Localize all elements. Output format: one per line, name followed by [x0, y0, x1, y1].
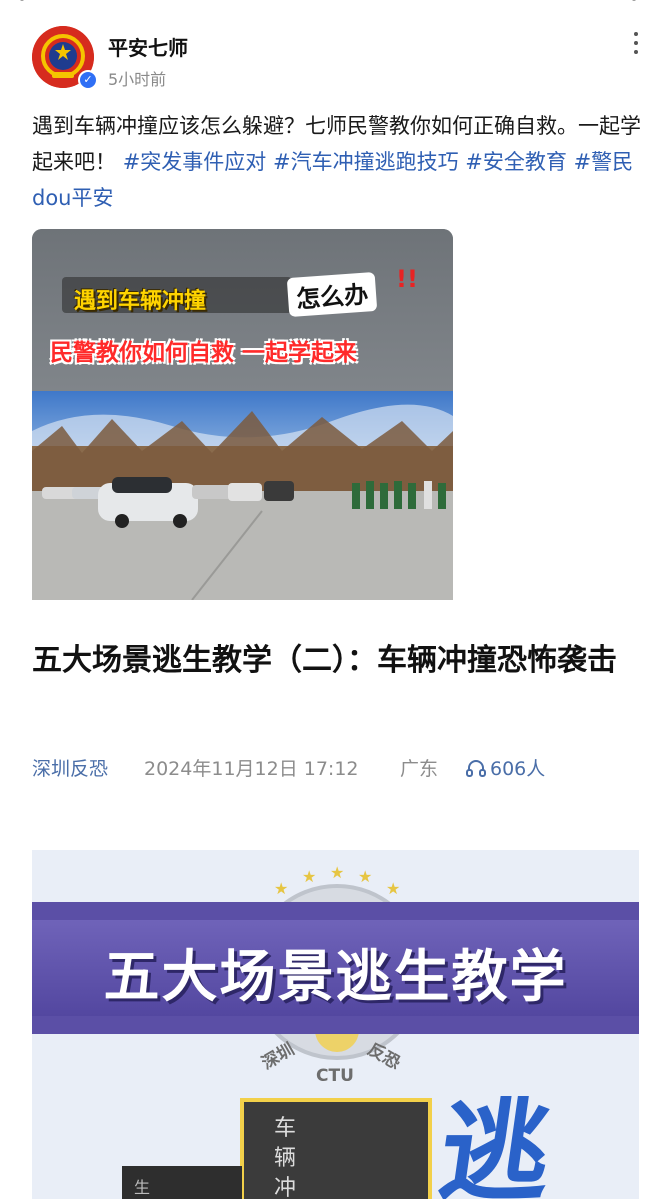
poster-title: 五大场景逃生教学 — [103, 945, 568, 1010]
article-source[interactable]: 深圳反恐 — [32, 754, 108, 781]
article-title[interactable]: 五大场景逃生教学（二）：车辆冲撞恐怖袭击 — [32, 638, 642, 684]
listen-count-label: 606人 — [490, 758, 546, 780]
poster-dark-panel-small: 生 — [122, 1166, 242, 1199]
svg-text:★: ★ — [386, 879, 400, 898]
article-date: 2024年11月12日 17:12 — [144, 758, 359, 780]
status-dot — [20, 0, 24, 1]
hashtag-link[interactable]: #突发事件应对 — [123, 150, 267, 174]
poster-dark-panel: 车辆冲 — [240, 1098, 432, 1199]
video-title-line2: 民警教你如何自救 一起学起来 — [50, 340, 358, 366]
video-title-line1: 遇到车辆冲撞 — [74, 289, 207, 314]
verified-icon: ✓ — [78, 70, 98, 90]
more-dot — [634, 50, 638, 54]
more-vertical-icon[interactable] — [630, 32, 642, 58]
post-caption: 遇到车辆冲撞应该怎么躲避？七师民警教你如何正确自救。一起学起来吧！ #突发事件应… — [32, 108, 642, 216]
video-cover-header: 遇到车辆冲撞 怎么办 !! 民警教你如何自救 一起学起来 — [32, 229, 453, 391]
post-header: ✓ 平安七师 5小时前 — [32, 26, 652, 90]
status-bar — [0, 0, 658, 8]
post-time: 5小时前 — [108, 70, 167, 89]
video-title-badge: 怎么办 — [286, 271, 378, 318]
svg-text:★: ★ — [358, 867, 372, 886]
poster-panel-text: 车辆冲 — [274, 1116, 297, 1199]
svg-text:★: ★ — [302, 867, 316, 886]
video-thumbnail[interactable]: 遇到车辆冲撞 怎么办 !! 民警教你如何自救 一起学起来 — [32, 229, 453, 600]
status-dot — [632, 0, 636, 1]
seal-text-mid: CTU — [316, 1066, 354, 1086]
hashtag-link[interactable]: #安全教育 — [465, 150, 567, 174]
poster-brush-character: 逃 — [431, 1087, 560, 1199]
video-scene-image — [32, 391, 453, 600]
svg-text:★: ★ — [274, 879, 288, 898]
hashtag-link[interactable]: #汽车冲撞逃跑技巧 — [273, 150, 459, 174]
video-title-exclaim: !! — [396, 265, 418, 293]
more-dot — [634, 41, 638, 45]
svg-text:★: ★ — [330, 863, 344, 882]
listen-count[interactable]: 606人 — [466, 754, 545, 781]
article-meta: 深圳反恐 2024年11月12日 17:12 广东 606人 — [32, 754, 642, 784]
author-name[interactable]: 平安七师 — [108, 32, 188, 61]
article-region: 广东 — [400, 758, 439, 780]
headphones-icon — [466, 760, 486, 777]
more-dot — [634, 32, 638, 36]
poster-panel-small-text: 生 — [134, 1178, 151, 1197]
article-cover-image[interactable]: ★ ★ ★ ★ ★ 五大场景逃生教学 深圳 CTU 反恐 车辆冲 生 逃 — [32, 850, 639, 1199]
